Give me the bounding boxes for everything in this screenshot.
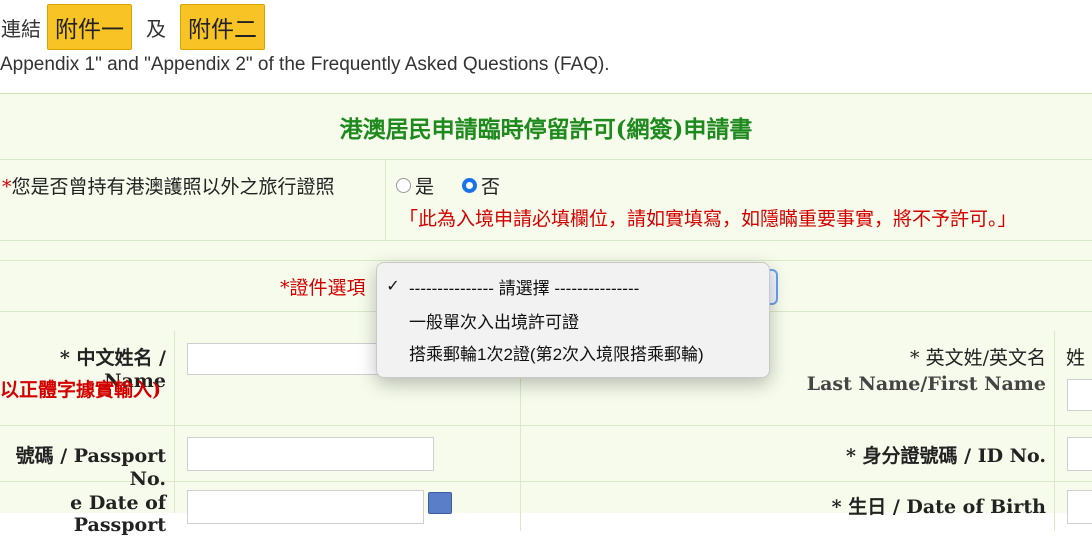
travel-question-text: 您是否曾持有港澳護照以外之旅行證照 xyxy=(11,176,335,198)
surname-label: 姓 xyxy=(1066,347,1086,369)
calendar-icon[interactable] xyxy=(428,492,452,514)
chinese-name-input[interactable] xyxy=(187,343,393,375)
id-no-input[interactable] xyxy=(1067,437,1092,471)
id-no-label: * 身分證號碼 / ID No. xyxy=(845,445,1046,467)
appendix2-button[interactable]: 附件二 xyxy=(180,4,265,50)
passport-date-input[interactable] xyxy=(187,490,424,524)
travel-question-answers: 是 否 xyxy=(396,172,500,199)
english-name-label: * 英文姓/英文名 xyxy=(910,347,1046,369)
radio-no[interactable] xyxy=(462,178,478,193)
cell-divider xyxy=(174,482,175,513)
cell-divider xyxy=(174,331,175,425)
chinese-name-hint: 以正體字據實輸入) xyxy=(0,379,161,401)
appendix-links: 連結 附件一 及 附件二 xyxy=(0,4,271,50)
dob-label: * 生日 / Date of Birth xyxy=(831,496,1046,518)
check-icon: ✓ xyxy=(386,278,400,295)
travel-document-question-row: *您是否曾持有港澳護照以外之旅行證照 是 否 「此為入境申請必填欄位，請如實填寫… xyxy=(0,160,1092,241)
travel-question-label: *您是否曾持有港澳護照以外之旅行證照 xyxy=(2,172,335,199)
dropdown-option-cruise[interactable]: 搭乘郵輪1次2證(第2次入境限搭乘郵輪) xyxy=(377,337,769,367)
dropdown-option-single-entry[interactable]: 一般單次入出境許可證 xyxy=(377,305,769,335)
dropdown-option-label: 一般單次入出境許可證 xyxy=(409,312,579,332)
document-option-label: *證件選項 xyxy=(280,277,366,299)
radio-no-label: 否 xyxy=(481,176,501,198)
and-text: 及 xyxy=(146,18,166,41)
link-prefix: 連結 xyxy=(1,18,41,41)
required-warning: 「此為入境申請必填欄位，請如實填寫，如隱瞞重要事實，將不予許可。」 xyxy=(399,208,1017,230)
dropdown-option-label: 搭乘郵輪1次2證(第2次入境限搭乘郵輪) xyxy=(409,344,704,364)
cell-divider xyxy=(174,425,175,481)
passport-row: 號碼 / Passport No. * 身分證號碼 / ID No. xyxy=(0,425,1092,490)
appendix1-button[interactable]: 附件一 xyxy=(47,4,132,50)
passport-date-row: e Date of Passport * 生日 / Date of Birth xyxy=(0,482,1092,536)
surname-input[interactable] xyxy=(1067,379,1092,411)
required-mark: * xyxy=(2,176,12,198)
document-option-dropdown: ✓ --------------- 請選擇 --------------- 一般… xyxy=(376,262,770,378)
passport-date-label: e Date of Passport xyxy=(70,492,166,536)
faq-reference-text: Appendix 1" and "Appendix 2" of the Freq… xyxy=(0,54,610,75)
english-name-sublabel: Last Name/First Name xyxy=(806,373,1046,395)
dropdown-option-label: --------------- 請選擇 --------------- xyxy=(409,278,640,298)
passport-no-input[interactable] xyxy=(187,437,434,471)
form-title: 港澳居民申請臨時停留許可(網簽)申請書 xyxy=(0,94,1092,160)
dob-input[interactable] xyxy=(1067,490,1092,524)
radio-yes-label: 是 xyxy=(415,176,435,198)
column-divider xyxy=(385,160,386,240)
radio-yes[interactable] xyxy=(396,178,411,193)
dropdown-option-placeholder[interactable]: ✓ --------------- 請選擇 --------------- xyxy=(377,271,769,301)
